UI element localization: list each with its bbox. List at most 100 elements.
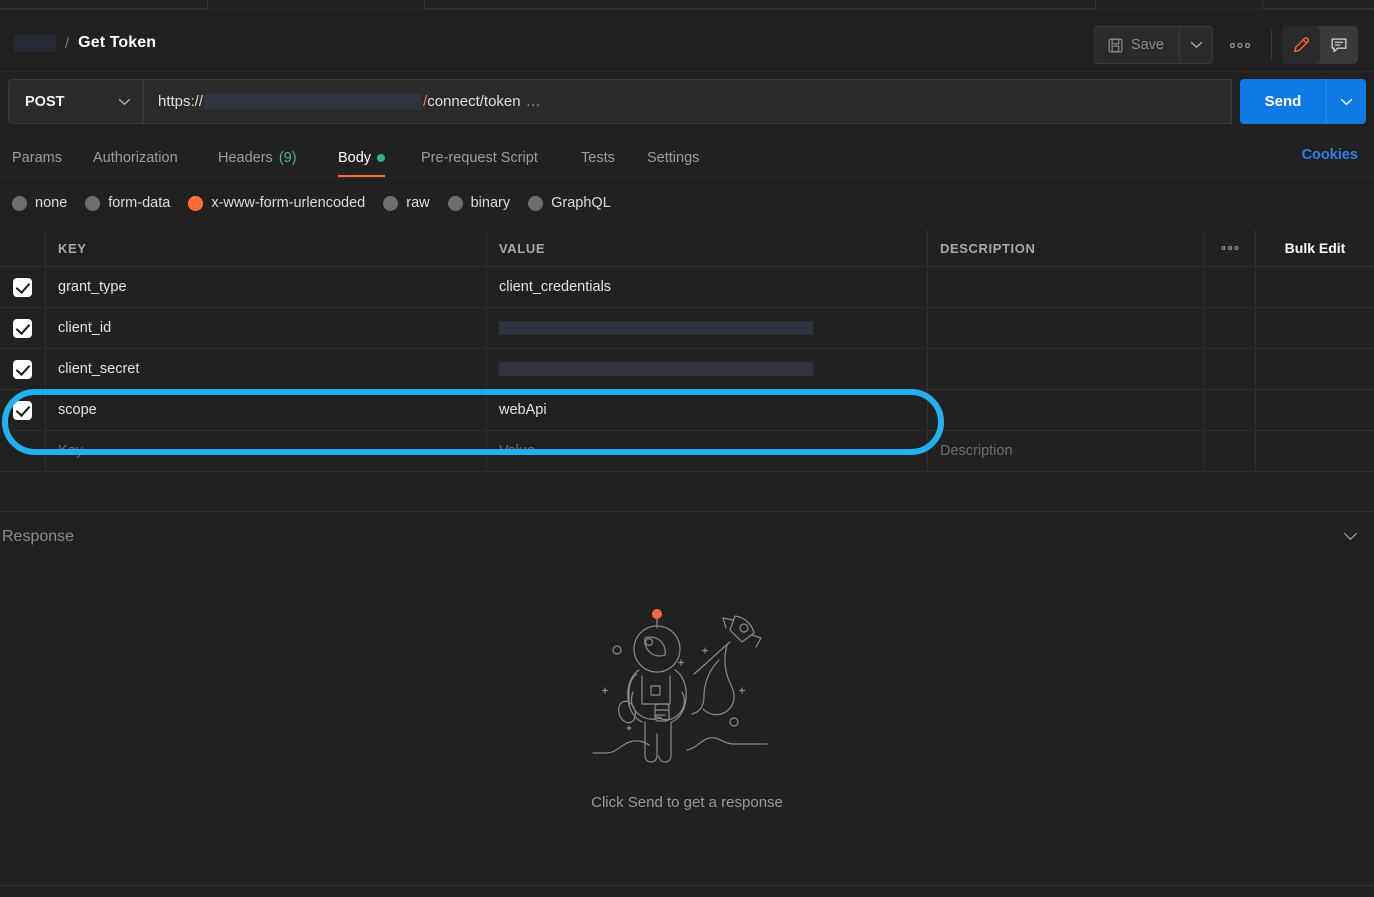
comments-button[interactable] — [1320, 26, 1358, 64]
radio-label: none — [35, 195, 68, 211]
body-type-form-data[interactable]: form-data — [85, 195, 170, 211]
edit-mode-button[interactable] — [1282, 26, 1320, 64]
radio-label: binary — [470, 195, 511, 211]
chevron-down-icon — [1340, 98, 1353, 105]
bulk-edit-button[interactable]: Bulk Edit — [1256, 230, 1374, 266]
key-placeholder[interactable]: Key — [58, 443, 83, 459]
radio-icon — [528, 195, 544, 211]
radio-label: GraphQL — [551, 195, 611, 211]
breadcrumb-collection-redacted[interactable] — [14, 34, 56, 52]
comment-icon — [1331, 38, 1347, 53]
workspace-tab[interactable] — [424, 0, 1096, 9]
url-path: connect/token — [427, 93, 521, 110]
send-control-group: Send — [1240, 79, 1366, 124]
table-row-placeholder[interactable]: Key Value Description — [0, 431, 1374, 472]
workspace-tab[interactable] — [0, 0, 208, 9]
tab-settings[interactable]: Settings — [647, 138, 699, 177]
row-spacer — [1204, 308, 1256, 348]
tab-label: Params — [12, 149, 62, 166]
radio-icon — [383, 195, 399, 211]
checkbox-checked-icon — [13, 277, 32, 297]
radio-label: x-www-form-urlencoded — [211, 195, 366, 211]
url-input[interactable]: https:// / connect/token … — [144, 79, 1232, 124]
workspace-tab-strip — [0, 0, 1374, 10]
column-header-description: DESCRIPTION — [940, 240, 1036, 256]
row-spacer — [1256, 267, 1374, 307]
column-header-key: KEY — [58, 240, 87, 256]
tab-tests[interactable]: Tests — [581, 138, 615, 177]
value-placeholder[interactable]: Value — [499, 443, 535, 459]
tab-label: Settings — [647, 149, 700, 166]
request-tab-bar: Params Authorization Headers (9) Body Pr… — [0, 138, 1374, 178]
table-row[interactable]: client_id — [0, 308, 1374, 349]
request-header: / Get Token Save — [0, 10, 1374, 72]
row-key[interactable]: client_id — [58, 320, 111, 336]
row-spacer — [1204, 390, 1256, 430]
row-checkbox[interactable] — [0, 390, 46, 430]
row-checkbox[interactable] — [0, 349, 46, 389]
response-label: Response — [2, 528, 75, 545]
ellipsis-icon — [1229, 42, 1251, 48]
tab-authorization[interactable]: Authorization — [93, 138, 178, 177]
body-type-raw[interactable]: raw — [383, 195, 430, 211]
row-key[interactable]: client_secret — [58, 361, 139, 377]
row-key[interactable]: grant_type — [58, 279, 127, 295]
header-divider — [1271, 30, 1272, 60]
table-row[interactable]: client_secret — [0, 349, 1374, 390]
request-url-bar: POST https:// / connect/token … Send — [8, 79, 1366, 124]
table-more-options-button[interactable] — [1204, 230, 1256, 266]
table-row[interactable]: grant_type client_credentials — [0, 267, 1374, 308]
radio-selected-icon — [188, 195, 204, 211]
tab-label: Tests — [581, 149, 615, 166]
body-type-binary[interactable]: binary — [447, 195, 511, 211]
row-checkbox[interactable] — [0, 267, 46, 307]
radio-icon — [447, 195, 463, 211]
row-value-redacted[interactable] — [499, 321, 813, 335]
tab-label: Headers — [218, 149, 273, 166]
body-present-indicator — [377, 153, 386, 162]
tab-params[interactable]: Params — [12, 138, 62, 177]
response-header: Response — [0, 518, 1374, 556]
response-collapse-button[interactable] — [1343, 528, 1358, 546]
description-placeholder[interactable]: Description — [940, 443, 1013, 459]
radio-label: form-data — [108, 195, 171, 211]
url-ellipsis: … — [525, 93, 541, 110]
workspace-tab[interactable] — [1262, 0, 1374, 9]
body-type-graphql[interactable]: GraphQL — [528, 195, 611, 211]
radio-icon — [85, 195, 101, 211]
breadcrumb: / Get Token — [14, 34, 156, 52]
more-actions-button[interactable] — [1219, 26, 1261, 64]
tab-pre-request-script[interactable]: Pre-request Script — [421, 138, 538, 177]
row-checkbox[interactable] — [0, 308, 46, 348]
row-checkbox-empty[interactable] — [0, 431, 46, 471]
row-value[interactable]: client_credentials — [499, 279, 611, 295]
row-key[interactable]: scope — [58, 402, 97, 418]
http-method-selector[interactable]: POST — [8, 79, 144, 124]
row-value-redacted[interactable] — [499, 362, 813, 376]
body-type-none[interactable]: none — [12, 195, 67, 211]
row-spacer — [1256, 308, 1374, 348]
select-all-cell[interactable] — [0, 230, 46, 266]
save-options-dropdown[interactable] — [1179, 26, 1213, 64]
save-disk-icon — [1108, 38, 1123, 52]
tab-label: Authorization — [93, 149, 178, 166]
postman-request-window: / Get Token Save POST https:// / connect… — [0, 0, 1374, 897]
cookies-link[interactable]: Cookies — [1302, 147, 1358, 163]
tab-headers[interactable]: Headers (9) — [218, 138, 297, 177]
table-header-row: KEY VALUE DESCRIPTION Bulk Edit — [0, 230, 1374, 267]
empty-state-caption: Click Send to get a response — [591, 794, 783, 811]
body-type-radio-group: none form-data x-www-form-urlencoded raw… — [0, 186, 1374, 220]
row-spacer — [1204, 267, 1256, 307]
body-type-x-www-form-urlencoded[interactable]: x-www-form-urlencoded — [188, 195, 365, 211]
row-value[interactable]: webApi — [499, 402, 547, 418]
breadcrumb-separator: / — [65, 34, 70, 52]
send-options-dropdown[interactable] — [1326, 79, 1366, 124]
send-button[interactable]: Send — [1240, 79, 1326, 124]
tab-label: Body — [338, 149, 372, 166]
ellipsis-icon — [1221, 245, 1238, 251]
tab-body[interactable]: Body — [338, 138, 386, 177]
view-mode-group — [1282, 26, 1358, 64]
table-row-scope[interactable]: scope webApi — [0, 390, 1374, 431]
chevron-down-icon — [118, 98, 131, 105]
save-button[interactable]: Save — [1093, 26, 1179, 64]
